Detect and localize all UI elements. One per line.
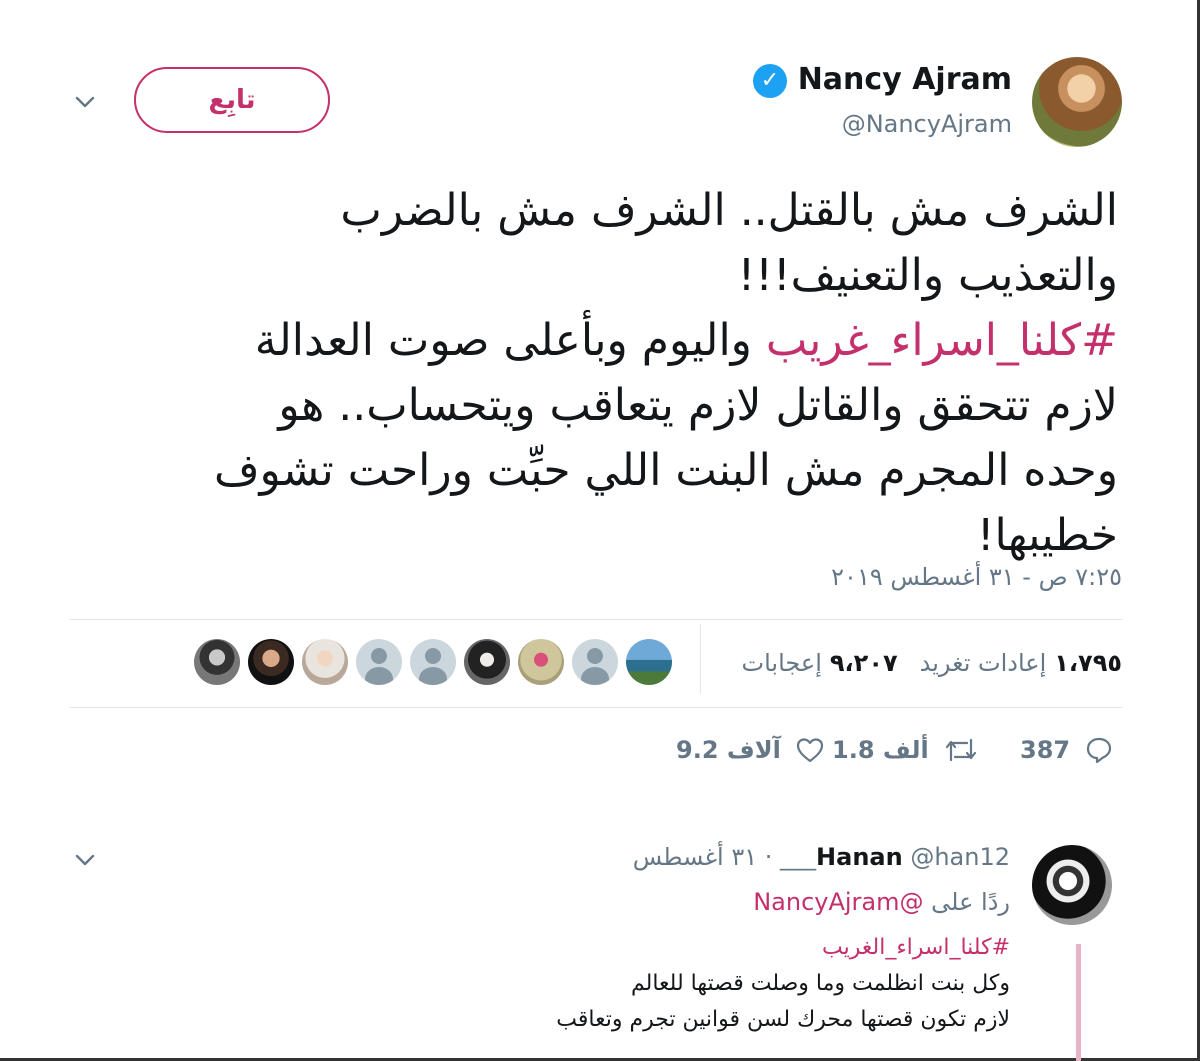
chevron-down-icon[interactable] bbox=[73, 90, 97, 114]
tweet-text-line: #كلنا_اسراء_غريب واليوم وبأعلى صوت العدا… bbox=[60, 308, 1118, 373]
tweet-text-line: وحده المجرم مش البنت اللي حبِّت وراحت تش… bbox=[213, 445, 1118, 496]
liker-avatar[interactable] bbox=[572, 639, 618, 685]
liker-avatar[interactable] bbox=[518, 639, 564, 685]
like-action-count: 9.2 آلاف bbox=[676, 736, 781, 764]
liker-avatar[interactable] bbox=[302, 639, 348, 685]
tweet-stats: ١،٧٩٥ إعادات تغريد ٩،٢٠٧ إعجابات bbox=[742, 643, 1122, 683]
retweet-icon bbox=[943, 735, 979, 765]
author-display-name[interactable]: Nancy Ajram bbox=[798, 62, 1012, 97]
reply-count: 387 bbox=[1020, 736, 1071, 764]
divider bbox=[70, 619, 1122, 620]
liker-avatar[interactable] bbox=[194, 639, 240, 685]
tweet-text-line: خطيبها! bbox=[976, 510, 1118, 561]
author-avatar[interactable] bbox=[1032, 57, 1122, 147]
retweet-count: ١،٧٩٥ bbox=[1054, 649, 1122, 677]
retweet-action[interactable]: 1.8 ألف bbox=[832, 730, 979, 770]
reply-icon bbox=[1084, 735, 1114, 765]
replying-to-prefix: ردًا على bbox=[931, 888, 1010, 916]
retweet-label: إعادات تغريد bbox=[919, 649, 1047, 677]
like-stat[interactable]: ٩،٢٠٧ إعجابات bbox=[742, 649, 898, 677]
reply-display-name[interactable]: Hanan bbox=[816, 843, 903, 871]
tweet-text-line: والتعذيب والتعنيف!!! bbox=[737, 250, 1118, 301]
tweet-text-line: الشرف مش بالقتل.. الشرف مش بالضرب bbox=[340, 185, 1118, 236]
author-handle[interactable]: @NancyAjram bbox=[842, 110, 1012, 138]
tweet-text-line: لازم تتحقق والقاتل لازم يتعاقب ويتحساب..… bbox=[278, 380, 1118, 431]
reply-text-line: لازم تكون قصتها محرك لسن قوانين تجرم وتع… bbox=[556, 1007, 1010, 1032]
reply-action[interactable]: 387 bbox=[1020, 730, 1114, 770]
follow-button[interactable]: تابِع bbox=[134, 67, 330, 133]
replying-to: ردًا على @NancyAjram bbox=[753, 888, 1010, 916]
reply-author-avatar[interactable] bbox=[1032, 845, 1112, 925]
reply-hashtag[interactable]: #كلنا_اسراء_الغريب bbox=[310, 930, 1010, 966]
liker-avatar[interactable] bbox=[464, 639, 510, 685]
heart-icon bbox=[795, 735, 825, 765]
reply-date[interactable]: ٣١ أغسطس bbox=[633, 843, 757, 871]
tweet-text: الشرف مش بالقتل.. الشرف مش بالضرب والتعذ… bbox=[60, 178, 1118, 568]
liker-avatar[interactable] bbox=[410, 639, 456, 685]
like-label: إعجابات bbox=[741, 649, 822, 677]
liker-avatar[interactable] bbox=[248, 639, 294, 685]
like-action[interactable]: 9.2 آلاف bbox=[676, 730, 825, 770]
reply-separator: · bbox=[764, 843, 773, 871]
reply-text-line: وكل بنت انظلمت وما وصلت قصتها للعالم bbox=[631, 971, 1010, 996]
hashtag-link[interactable]: #كلنا_اسراء_غريب bbox=[766, 315, 1118, 366]
liker-avatars bbox=[194, 639, 672, 685]
tweet-text-fragment: واليوم وبأعلى صوت العدالة bbox=[254, 315, 766, 366]
reply-header: Hanan @han12___ · ٣١ أغسطس bbox=[633, 843, 1010, 871]
verified-badge-icon: ✓ bbox=[753, 64, 787, 98]
retweet-stat[interactable]: ١،٧٩٥ إعادات تغريد bbox=[920, 649, 1122, 677]
retweet-action-count: 1.8 ألف bbox=[832, 736, 929, 764]
tweet-timestamp[interactable]: ٧:٢٥ ص - ٣١ أغسطس ٢٠١٩ bbox=[831, 563, 1122, 591]
thread-line bbox=[1076, 944, 1081, 1061]
liker-avatar[interactable] bbox=[626, 639, 672, 685]
reply-text: #كلنا_اسراء_الغريب وكل بنت انظلمت وما وص… bbox=[310, 930, 1010, 1038]
reply-chevron-down-icon[interactable] bbox=[73, 848, 97, 872]
like-count: ٩،٢٠٧ bbox=[829, 649, 898, 677]
divider bbox=[70, 707, 1122, 708]
liker-avatar[interactable] bbox=[356, 639, 402, 685]
replying-to-mention[interactable]: @NancyAjram bbox=[753, 888, 923, 916]
stats-separator bbox=[700, 624, 701, 694]
